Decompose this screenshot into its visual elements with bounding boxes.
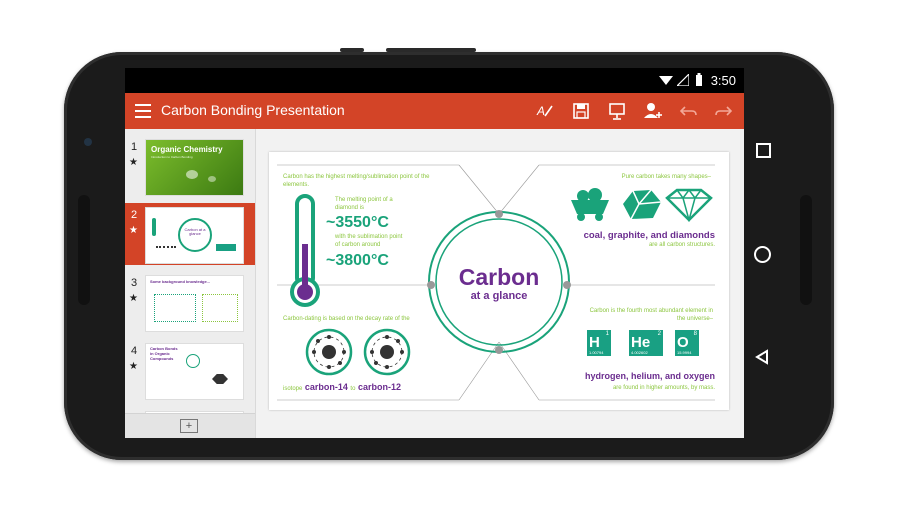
slide-thumbnail[interactable]: 1 ★ Organic Chemistry Introduction to Ca…: [125, 135, 255, 197]
document-title: Carbon Bonding Presentation: [161, 102, 345, 118]
melt-intro: Carbon has the highest melting/sublimati…: [283, 174, 430, 188]
thumb-molecule: [212, 374, 228, 384]
abundance-intro: Carbon is the fourth most abundant eleme…: [589, 308, 713, 322]
abundance-list: hydrogen, helium, and oxygen: [584, 371, 715, 381]
status-time: 3:50: [710, 73, 736, 88]
thumb-molecule: [186, 354, 200, 368]
present-icon[interactable]: [607, 101, 627, 121]
center-title: Carbon: [458, 264, 540, 290]
slide-preview: Some background knowledge...: [145, 275, 244, 332]
slide-number: 4: [131, 345, 138, 357]
slide-canvas[interactable]: Carbon at a glance Carbon has the highes…: [269, 152, 729, 410]
shapes-list: coal, graphite, and diamonds: [583, 230, 715, 241]
graphite-icon: [623, 189, 662, 220]
slide-thumbnail-selected[interactable]: 2 ★ Carbon at a glance: [125, 203, 255, 265]
coal-cart-icon: [571, 188, 609, 221]
element-helium: He 2 4.002602: [629, 330, 663, 356]
speaker-grille-right: [800, 195, 812, 305]
shapes-outro: are all carbon structures.: [648, 242, 715, 248]
wifi-icon: [659, 76, 673, 85]
animation-star-icon: ★: [129, 225, 138, 236]
slide-preview: Carbon at a glance: [145, 207, 244, 264]
slide-number: 3: [131, 277, 138, 289]
thumb-title: Carbon at a glance: [184, 227, 206, 237]
thumb-diagram: [202, 294, 238, 322]
add-slide-button[interactable]: +: [180, 419, 198, 433]
isotope-b: carbon-12: [357, 382, 401, 392]
melt-temp: ~3550°C: [326, 214, 389, 231]
animation-star-icon: ★: [129, 157, 138, 168]
share-person-icon[interactable]: [643, 101, 663, 121]
phone-top-button: [386, 48, 476, 52]
element-oxygen: O 8 15.9994: [675, 330, 699, 356]
animation-star-icon: ★: [129, 293, 138, 304]
front-camera: [84, 138, 92, 146]
animation-star-icon: ★: [129, 361, 138, 372]
slide-thumbnail-panel: 1 ★ Organic Chemistry Introduction to Ca…: [125, 129, 256, 438]
signal-icon: [677, 74, 689, 86]
thermometer-icon: [290, 194, 320, 307]
diamond-icon: [665, 188, 713, 222]
phone-top-button: [340, 48, 364, 52]
redo-icon[interactable]: [713, 101, 733, 121]
save-icon[interactable]: [571, 101, 591, 121]
format-text-icon[interactable]: A: [535, 101, 555, 121]
isotope-join: to: [350, 386, 356, 392]
thumb-title: Some background knowledge...: [150, 279, 211, 284]
thumb-elements: [216, 244, 236, 251]
slide-number: 1: [131, 141, 138, 153]
center-subtitle: at a glance: [470, 290, 528, 302]
thumb-diagram: [154, 294, 196, 322]
melt-point-label: The melting point of a diamond is: [335, 197, 393, 211]
undo-icon[interactable]: [679, 101, 699, 121]
abundance-outro: are found in higher amounts, by mass.: [612, 385, 715, 391]
menu-icon[interactable]: [135, 104, 151, 118]
slide-preview: Organic Chemistry Introduction to Carbon…: [145, 139, 244, 196]
thumb-atoms: [156, 246, 176, 256]
dating-intro: Carbon-dating is based on the decay rate…: [283, 316, 410, 322]
slide-number: 2: [131, 209, 138, 221]
water-drop: [208, 176, 216, 182]
thumb-title: Organic Chemistry: [151, 145, 223, 154]
carbon-14-atom-icon: [305, 328, 353, 376]
thumb-subtitle: Introduction to Carbon Bonding: [151, 155, 193, 159]
thumb-thermometer: [152, 218, 156, 236]
slide-thumbnail[interactable]: 3 ★ Some background knowledge...: [125, 271, 255, 333]
carbon-12-atom-icon: [363, 328, 411, 376]
thumb-title: Carbon Bonds in Organic Compounds: [150, 346, 178, 361]
battery-icon: [696, 73, 702, 86]
status-bar: 3:50: [125, 68, 744, 93]
water-drop: [186, 170, 198, 179]
isotope-prefix: isotope: [283, 386, 303, 392]
svg-text:A: A: [536, 104, 545, 118]
sublimation-temp: ~3800°C: [326, 252, 389, 269]
recents-button[interactable]: [756, 143, 771, 158]
slide-thumbnail[interactable]: 4 ★ Carbon Bonds in Organic Compounds: [125, 339, 255, 401]
back-button[interactable]: [754, 349, 770, 365]
speaker-grille-left: [78, 195, 90, 305]
slide-preview: Carbon Bonds in Organic Compounds: [145, 343, 244, 400]
screen: 3:50 Carbon Bonding Presentation A 1 ★ O: [125, 68, 744, 438]
isotope-a: carbon-14: [304, 382, 348, 392]
home-button[interactable]: [754, 246, 771, 263]
sublimation-label: with the sublimation point of carbon aro…: [335, 234, 403, 248]
element-hydrogen: H 1 1.00794: [587, 330, 611, 356]
isotope-line: isotope carbon-14 to carbon-12: [283, 382, 401, 394]
add-slide-bar: +: [125, 413, 255, 438]
app-bar: Carbon Bonding Presentation A: [125, 93, 744, 129]
shapes-intro: Pure carbon takes many shapes–: [621, 174, 711, 180]
